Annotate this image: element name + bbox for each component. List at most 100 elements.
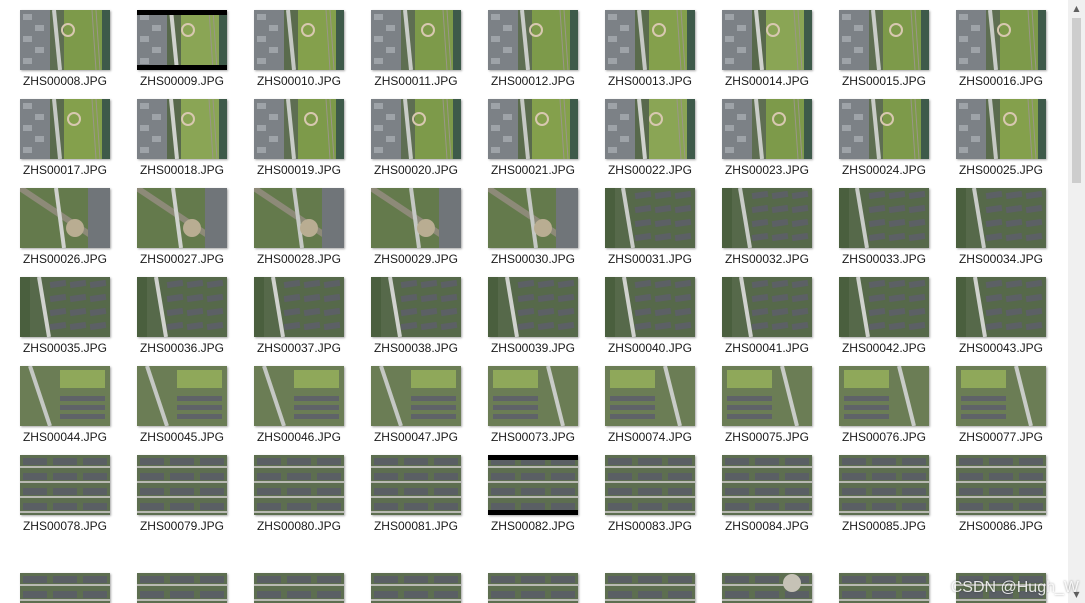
image-thumbnail[interactable]: [137, 573, 227, 603]
file-thumbnail-tile[interactable]: ZHS00079.JPG: [133, 453, 250, 542]
image-thumbnail[interactable]: [254, 573, 344, 603]
file-thumbnail-tile[interactable]: ZHS00034.JPG: [952, 186, 1069, 275]
image-thumbnail[interactable]: [722, 10, 812, 70]
image-thumbnail[interactable]: [839, 455, 929, 515]
file-thumbnail-tile[interactable]: ZHS00077.JPG: [952, 364, 1069, 453]
file-thumbnail-tile[interactable]: [367, 573, 484, 603]
scrollbar-thumb[interactable]: [1072, 18, 1081, 183]
file-thumbnail-tile[interactable]: ZHS00018.JPG: [133, 97, 250, 186]
image-thumbnail[interactable]: [137, 10, 227, 70]
image-thumbnail[interactable]: [722, 277, 812, 337]
image-thumbnail[interactable]: [371, 10, 461, 70]
file-thumbnail-tile[interactable]: ZHS00023.JPG: [718, 97, 835, 186]
image-thumbnail[interactable]: [137, 99, 227, 159]
image-thumbnail[interactable]: [839, 277, 929, 337]
image-thumbnail[interactable]: [605, 10, 695, 70]
file-thumbnail-tile[interactable]: [250, 573, 367, 603]
file-thumbnail-tile[interactable]: ZHS00078.JPG: [16, 453, 133, 542]
file-thumbnail-tile[interactable]: ZHS00025.JPG: [952, 97, 1069, 186]
file-thumbnail-tile[interactable]: ZHS00010.JPG: [250, 8, 367, 97]
file-thumbnail-tile[interactable]: ZHS00026.JPG: [16, 186, 133, 275]
image-thumbnail[interactable]: [722, 455, 812, 515]
image-thumbnail[interactable]: [488, 455, 578, 515]
image-thumbnail[interactable]: [371, 366, 461, 426]
image-thumbnail[interactable]: [605, 188, 695, 248]
image-thumbnail[interactable]: [722, 366, 812, 426]
image-thumbnail[interactable]: [254, 455, 344, 515]
file-thumbnail-tile[interactable]: ZHS00022.JPG: [601, 97, 718, 186]
file-thumbnail-tile[interactable]: [484, 573, 601, 603]
file-thumbnail-tile[interactable]: ZHS00073.JPG: [484, 364, 601, 453]
image-thumbnail[interactable]: [488, 99, 578, 159]
scroll-up-arrow-icon[interactable]: ▲: [1068, 0, 1085, 17]
image-thumbnail[interactable]: [20, 188, 110, 248]
file-thumbnail-tile[interactable]: ZHS00035.JPG: [16, 275, 133, 364]
file-thumbnail-tile[interactable]: ZHS00081.JPG: [367, 453, 484, 542]
image-thumbnail[interactable]: [722, 99, 812, 159]
image-thumbnail[interactable]: [605, 366, 695, 426]
file-thumbnail-tile[interactable]: ZHS00031.JPG: [601, 186, 718, 275]
image-thumbnail[interactable]: [254, 99, 344, 159]
file-thumbnail-tile[interactable]: ZHS00082.JPG: [484, 453, 601, 542]
image-thumbnail[interactable]: [605, 573, 695, 603]
image-thumbnail[interactable]: [371, 99, 461, 159]
image-thumbnail[interactable]: [254, 188, 344, 248]
image-thumbnail[interactable]: [371, 455, 461, 515]
file-thumbnail-tile[interactable]: ZHS00076.JPG: [835, 364, 952, 453]
image-thumbnail[interactable]: [839, 573, 929, 603]
image-thumbnail[interactable]: [839, 99, 929, 159]
file-thumbnail-tile[interactable]: ZHS00032.JPG: [718, 186, 835, 275]
file-thumbnail-tile[interactable]: ZHS00019.JPG: [250, 97, 367, 186]
image-thumbnail[interactable]: [371, 277, 461, 337]
image-thumbnail[interactable]: [137, 188, 227, 248]
image-thumbnail[interactable]: [20, 10, 110, 70]
file-thumbnail-tile[interactable]: ZHS00040.JPG: [601, 275, 718, 364]
image-thumbnail[interactable]: [722, 188, 812, 248]
image-thumbnail[interactable]: [605, 99, 695, 159]
image-thumbnail[interactable]: [722, 573, 812, 603]
image-thumbnail[interactable]: [488, 10, 578, 70]
image-thumbnail[interactable]: [20, 366, 110, 426]
file-thumbnail-tile[interactable]: [718, 573, 835, 603]
file-thumbnail-tile[interactable]: ZHS00042.JPG: [835, 275, 952, 364]
file-thumbnail-tile[interactable]: ZHS00085.JPG: [835, 453, 952, 542]
file-thumbnail-tile[interactable]: ZHS00075.JPG: [718, 364, 835, 453]
file-thumbnail-tile[interactable]: ZHS00043.JPG: [952, 275, 1069, 364]
file-thumbnail-tile[interactable]: ZHS00016.JPG: [952, 8, 1069, 97]
file-thumbnail-tile[interactable]: ZHS00013.JPG: [601, 8, 718, 97]
image-thumbnail[interactable]: [956, 366, 1046, 426]
file-thumbnail-tile[interactable]: ZHS00044.JPG: [16, 364, 133, 453]
file-thumbnail-tile[interactable]: ZHS00041.JPG: [718, 275, 835, 364]
image-thumbnail[interactable]: [488, 366, 578, 426]
file-thumbnail-tile[interactable]: ZHS00083.JPG: [601, 453, 718, 542]
file-thumbnail-tile[interactable]: ZHS00024.JPG: [835, 97, 952, 186]
file-thumbnail-tile[interactable]: ZHS00084.JPG: [718, 453, 835, 542]
image-thumbnail[interactable]: [137, 455, 227, 515]
file-thumbnail-tile[interactable]: ZHS00039.JPG: [484, 275, 601, 364]
image-thumbnail[interactable]: [488, 277, 578, 337]
image-thumbnail[interactable]: [956, 277, 1046, 337]
image-thumbnail[interactable]: [371, 573, 461, 603]
image-thumbnail[interactable]: [137, 277, 227, 337]
image-thumbnail[interactable]: [20, 573, 110, 603]
file-thumbnail-tile[interactable]: ZHS00045.JPG: [133, 364, 250, 453]
image-thumbnail[interactable]: [20, 99, 110, 159]
file-thumbnail-tile[interactable]: ZHS00030.JPG: [484, 186, 601, 275]
file-thumbnail-tile[interactable]: ZHS00037.JPG: [250, 275, 367, 364]
image-thumbnail[interactable]: [839, 10, 929, 70]
file-thumbnail-tile[interactable]: ZHS00086.JPG: [952, 453, 1069, 542]
image-thumbnail[interactable]: [20, 277, 110, 337]
file-thumbnail-tile[interactable]: ZHS00080.JPG: [250, 453, 367, 542]
vertical-scrollbar[interactable]: ▲ ▼: [1068, 0, 1085, 603]
file-thumbnail-tile[interactable]: ZHS00028.JPG: [250, 186, 367, 275]
file-thumbnail-tile[interactable]: ZHS00020.JPG: [367, 97, 484, 186]
file-thumbnail-tile[interactable]: ZHS00074.JPG: [601, 364, 718, 453]
file-thumbnail-tile[interactable]: ZHS00014.JPG: [718, 8, 835, 97]
file-thumbnail-tile[interactable]: ZHS00033.JPG: [835, 186, 952, 275]
image-thumbnail[interactable]: [254, 366, 344, 426]
image-thumbnail[interactable]: [371, 188, 461, 248]
file-thumbnail-tile[interactable]: ZHS00011.JPG: [367, 8, 484, 97]
image-thumbnail[interactable]: [488, 188, 578, 248]
file-thumbnail-tile[interactable]: ZHS00047.JPG: [367, 364, 484, 453]
image-thumbnail[interactable]: [488, 573, 578, 603]
